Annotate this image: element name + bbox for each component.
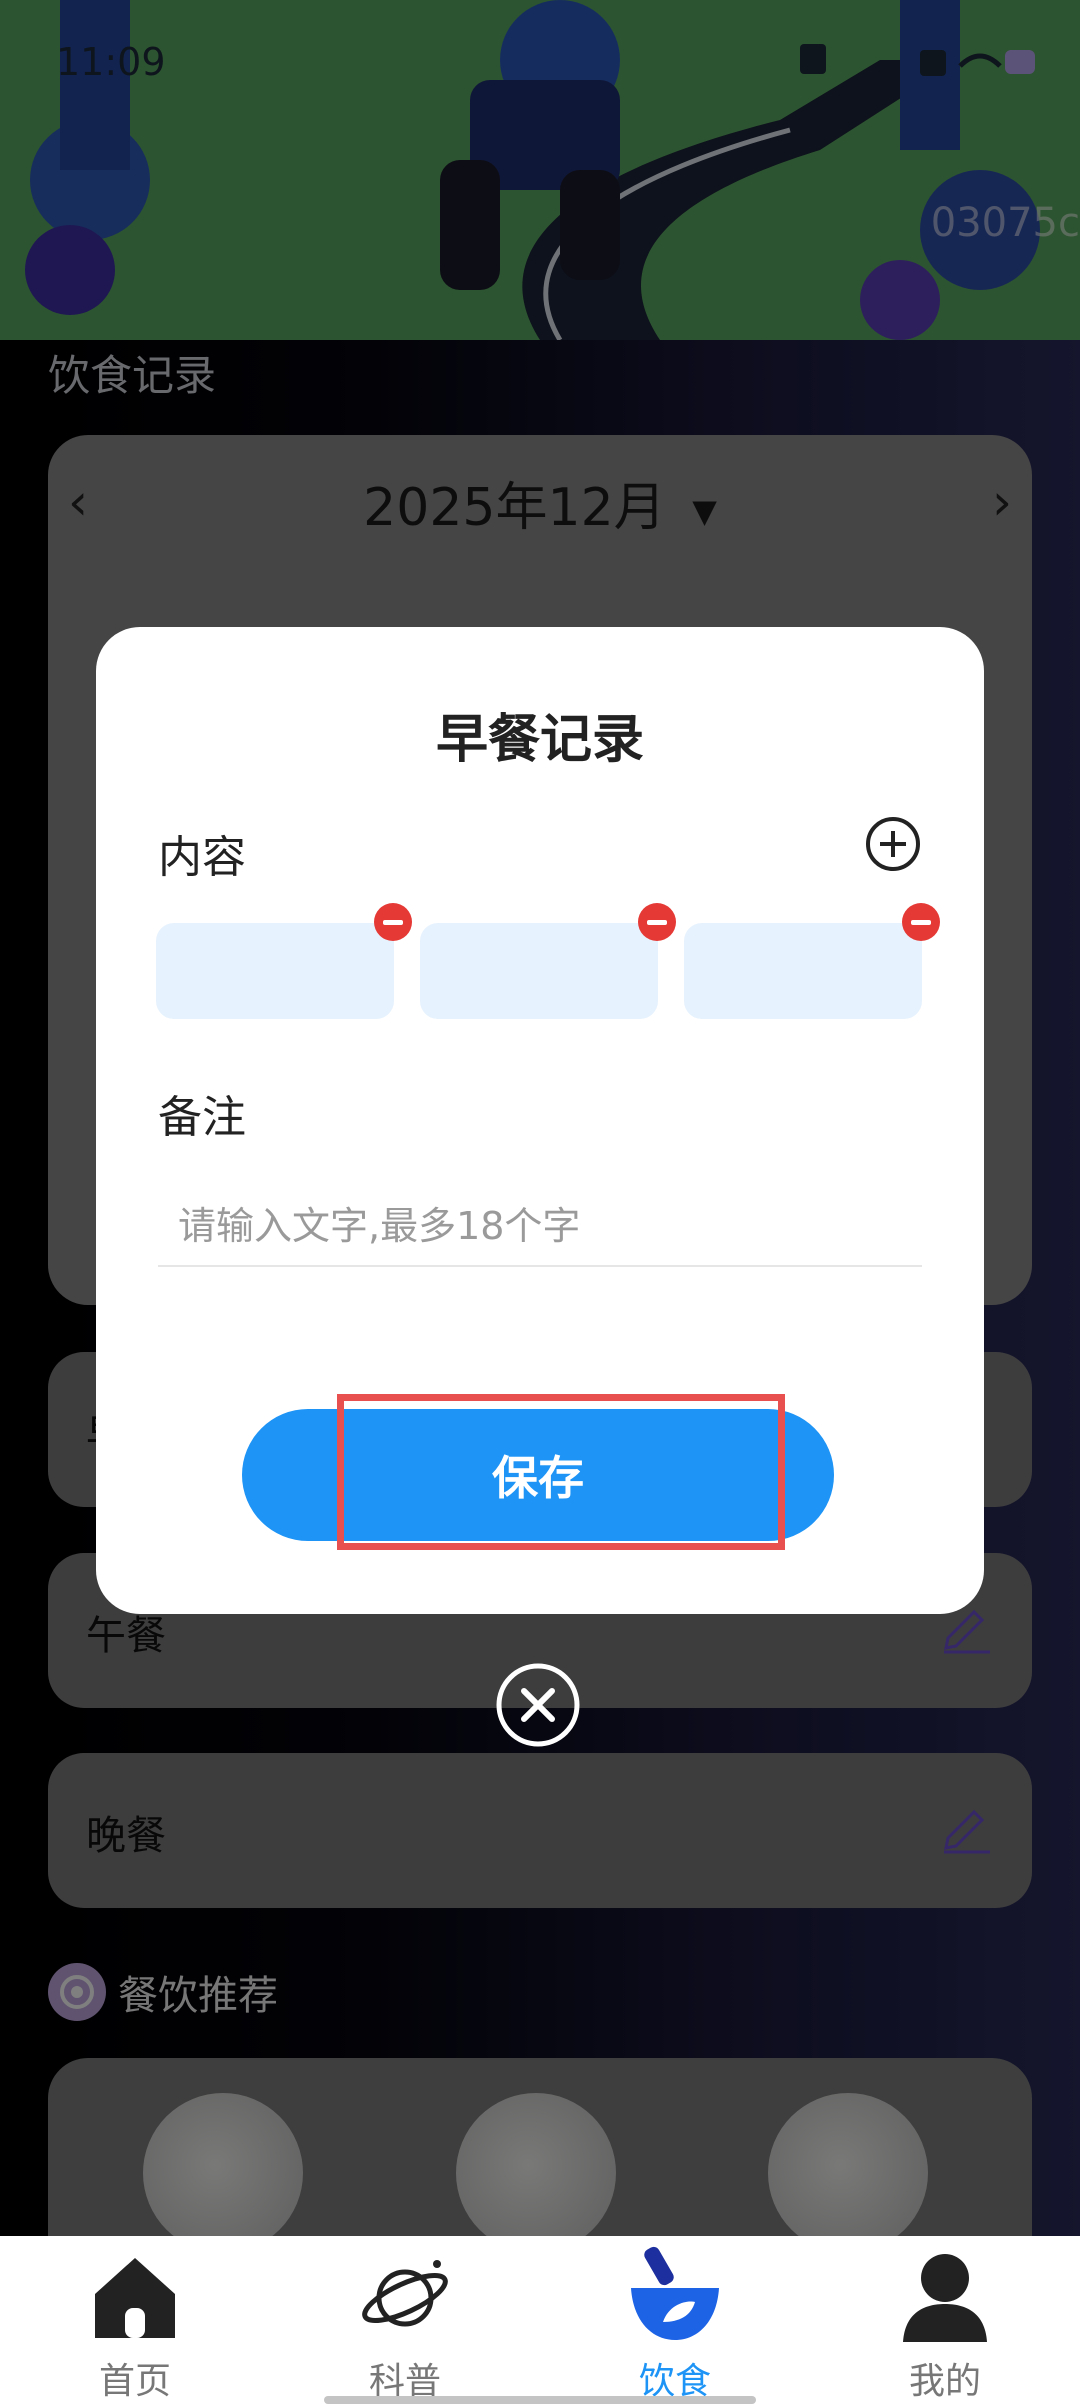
add-circle-icon[interactable] (864, 815, 922, 873)
nav-label: 首页 (98, 2361, 171, 2402)
content-tile[interactable] (420, 903, 676, 1019)
planet-icon (362, 2260, 448, 2327)
mortar-icon (631, 2246, 719, 2340)
gesture-bar[interactable] (324, 2396, 756, 2404)
profile-icon (903, 2254, 987, 2342)
note-label: 备注 (158, 1092, 246, 1143)
bottom-nav: 首页 科普 饮食 我的 (0, 2236, 1080, 2408)
remove-icon[interactable] (374, 903, 412, 941)
close-icon[interactable] (495, 1662, 581, 1748)
note-input[interactable] (158, 1187, 922, 1267)
nav-label: 我的 (908, 2361, 981, 2402)
content-label: 内容 (158, 832, 246, 883)
nav-item-home[interactable]: 首页 (0, 2236, 270, 2408)
home-icon (95, 2258, 175, 2338)
content-tile[interactable] (156, 903, 412, 1019)
dialog-title: 早餐记录 (435, 710, 644, 770)
nav-item-diet[interactable]: 饮食 (540, 2236, 810, 2408)
remove-icon[interactable] (638, 903, 676, 941)
highlight-box (337, 1394, 785, 1550)
remove-icon[interactable] (902, 903, 940, 941)
content-tile[interactable] (684, 903, 940, 1019)
nav-item-science[interactable]: 科普 (270, 2236, 540, 2408)
nav-item-mine[interactable]: 我的 (810, 2236, 1080, 2408)
